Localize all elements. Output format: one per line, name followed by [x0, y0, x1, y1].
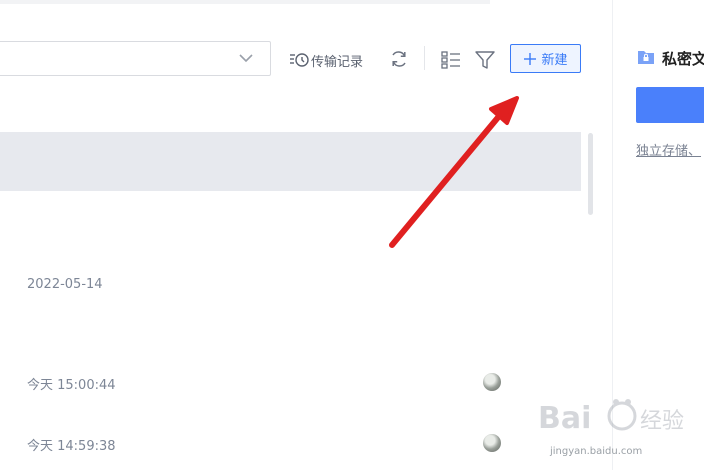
svg-text:Bai: Bai: [538, 401, 591, 436]
watermark-text: jingyan.baidu.com: [550, 446, 643, 457]
svg-text:经验: 经验: [640, 409, 684, 434]
